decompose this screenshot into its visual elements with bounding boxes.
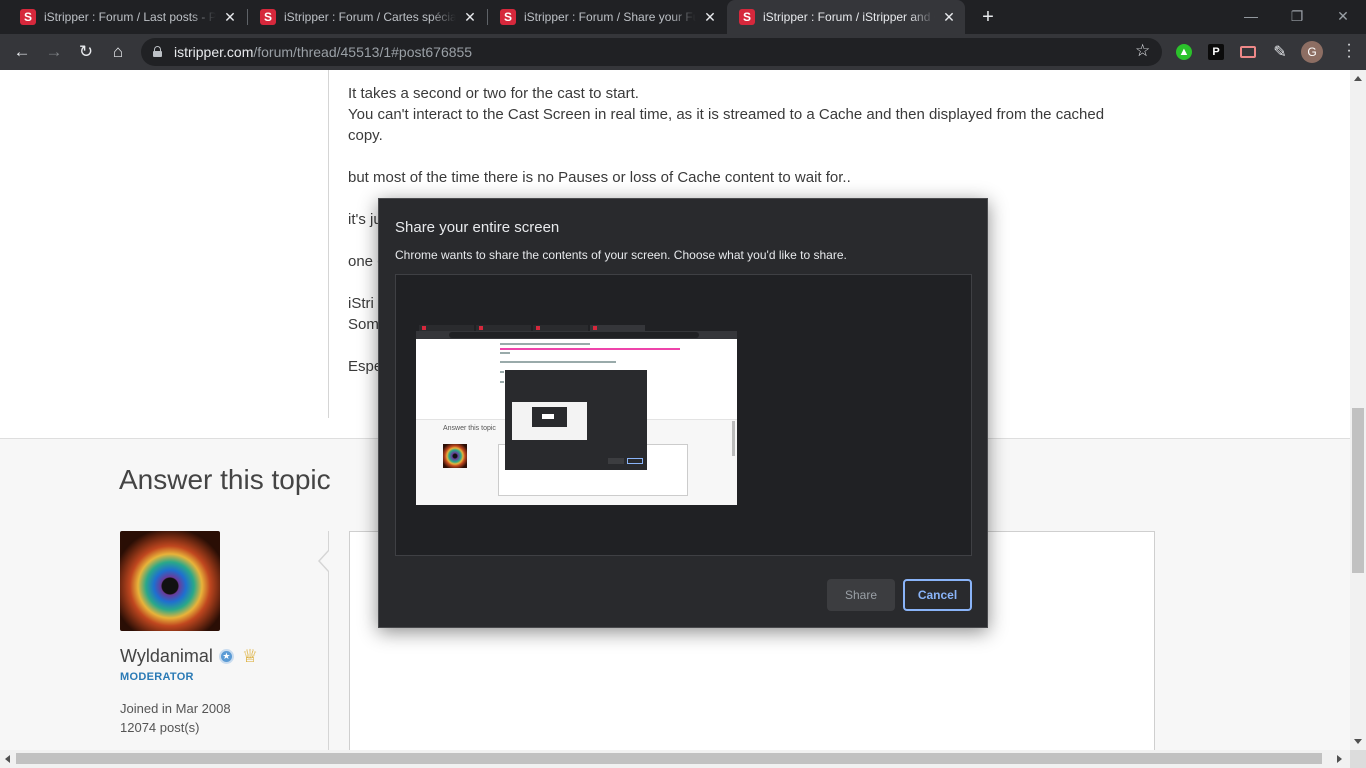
reload-button[interactable]: ↻ [72, 38, 100, 66]
close-icon[interactable]: ✕ [462, 9, 478, 25]
post-line: It takes a second or two for the cast to… [348, 85, 639, 102]
verified-badge-icon: ★ [218, 649, 234, 664]
thumb-toolbar [416, 331, 737, 339]
tab-title: iStripper : Forum / Cartes spéciales [284, 10, 456, 24]
thumb-text-line [500, 381, 504, 383]
post-line [348, 146, 1138, 167]
istripper-favicon-icon: S [739, 9, 755, 25]
screen-preview-box: Answer this topic [395, 274, 972, 556]
window-close-button[interactable]: ✕ [1320, 0, 1366, 32]
thumb-text-line [500, 371, 504, 373]
close-icon[interactable]: ✕ [941, 9, 957, 25]
new-tab-button[interactable]: + [976, 5, 1000, 29]
cancel-button[interactable]: Cancel [903, 579, 972, 611]
post-divider [328, 70, 329, 418]
extensions-puzzle-icon[interactable]: ✎ [1270, 42, 1290, 62]
thumb-text-line [500, 343, 590, 345]
crown-icon: ♕ [241, 646, 259, 666]
profile-avatar[interactable]: G [1301, 41, 1323, 63]
horizontal-scroll-thumb[interactable] [16, 753, 1322, 764]
close-icon[interactable]: ✕ [702, 9, 718, 25]
thumb-answer-title: Answer this topic [443, 425, 496, 432]
screen-thumbnail[interactable]: Answer this topic [416, 324, 737, 505]
istripper-favicon-icon: S [20, 9, 36, 25]
scroll-up-icon[interactable] [1354, 76, 1362, 81]
bookmark-star-icon[interactable]: ☆ [1135, 41, 1150, 61]
tab-title: iStripper : Forum / Last posts - Page [44, 10, 216, 24]
tab-title: iStripper : Forum / iStripper and C [763, 10, 935, 24]
thumb-scrollbar [732, 421, 735, 456]
thumb-avatar [443, 444, 467, 468]
close-icon[interactable]: ✕ [222, 9, 238, 25]
speech-arrow [318, 549, 330, 573]
vertical-scroll-thumb[interactable] [1352, 408, 1364, 573]
answer-title: Answer this topic [119, 464, 331, 495]
post-line: You can't interact to the Cast Screen in… [348, 106, 1109, 144]
address-bar[interactable]: istripper.com/forum/thread/45513/1#post6… [141, 38, 1162, 66]
user-role: MODERATOR [120, 671, 194, 683]
thumb-dialog [505, 370, 647, 470]
share-screen-dialog: Share your entire screen Chrome wants to… [378, 198, 988, 628]
thumb-text-line [500, 352, 510, 354]
post-line: but most of the time there is no Pauses … [348, 169, 851, 186]
p-extension-icon[interactable]: P [1208, 44, 1224, 60]
tab-cartes-speciales[interactable]: S iStripper : Forum / Cartes spéciales ✕ [248, 0, 486, 34]
green-extension-icon[interactable]: ▲ [1176, 44, 1192, 60]
scroll-down-icon[interactable] [1354, 739, 1362, 744]
istripper-favicon-icon: S [260, 9, 276, 25]
thumb-tabstrip [416, 324, 737, 331]
thumb-text-line [500, 361, 616, 363]
user-avatar[interactable] [120, 531, 220, 631]
home-button[interactable]: ⌂ [104, 38, 132, 66]
url-path: /forum/thread/45513/1#post676855 [253, 44, 473, 60]
back-button[interactable]: ← [8, 38, 36, 66]
tab-last-posts[interactable]: S iStripper : Forum / Last posts - Page … [8, 0, 246, 34]
scroll-left-icon[interactable] [5, 755, 10, 763]
username-row: Wyldanimal ★ ♕ [120, 646, 258, 667]
tab-title: iStripper : Forum / Share your Full [524, 10, 696, 24]
dialog-title: Share your entire screen [395, 219, 560, 236]
tab-istripper-and-cast[interactable]: S iStripper : Forum / iStripper and C ✕ [727, 0, 965, 34]
cast-extension-icon[interactable] [1240, 46, 1256, 58]
restore-button[interactable]: ❐ [1274, 0, 1320, 32]
tab-share-your-full[interactable]: S iStripper : Forum / Share your Full ✕ [488, 0, 726, 34]
vertical-scrollbar[interactable] [1350, 70, 1366, 750]
horizontal-scrollbar[interactable] [0, 750, 1350, 768]
scrollbar-corner [1350, 750, 1366, 768]
join-date: Joined in Mar 2008 [120, 701, 231, 716]
lock-icon[interactable] [153, 46, 162, 57]
url-host: istripper.com [174, 44, 254, 60]
username[interactable]: Wyldanimal [120, 646, 213, 667]
istripper-favicon-icon: S [500, 9, 516, 25]
url-text[interactable]: istripper.com/forum/thread/45513/1#post6… [174, 44, 472, 60]
minimize-button[interactable]: — [1228, 0, 1274, 32]
menu-kebab-icon[interactable]: · · · [1339, 37, 1359, 65]
post-count: 12074 post(s) [120, 720, 200, 735]
browser-toolbar: ← → ↻ ⌂ istripper.com/forum/thread/45513… [0, 34, 1366, 70]
share-button[interactable]: Share [827, 579, 895, 611]
dialog-description: Chrome wants to share the contents of yo… [395, 248, 847, 262]
thumb-text-line [500, 348, 680, 350]
forward-button[interactable]: → [40, 38, 68, 66]
tab-strip: S iStripper : Forum / Last posts - Page … [0, 0, 1366, 34]
scroll-right-icon[interactable] [1337, 755, 1342, 763]
